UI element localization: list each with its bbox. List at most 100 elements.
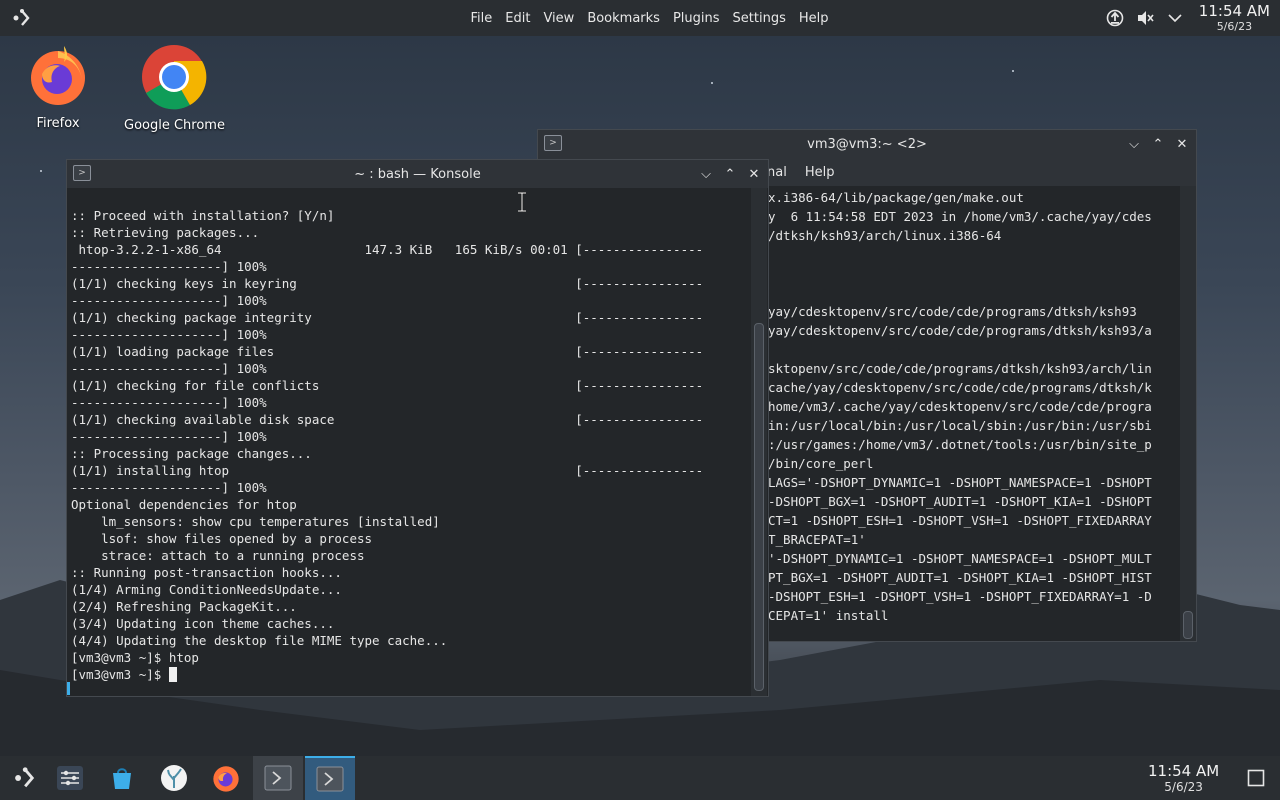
taskbar-konsole-window-1[interactable] bbox=[253, 756, 303, 800]
menu-help[interactable]: Help bbox=[805, 165, 835, 180]
taskbar: 11:54 AM 5/6/23 bbox=[0, 756, 1280, 800]
menu-plugins[interactable]: Plugins bbox=[666, 11, 726, 26]
firefox-icon bbox=[31, 46, 85, 105]
terminal-line: --------------------] 100% bbox=[71, 293, 267, 308]
menu-file[interactable]: File bbox=[464, 11, 499, 26]
terminal-line: (1/1) checking available disk space [---… bbox=[71, 412, 704, 427]
terminal-line: (1/1) checking keys in keyring [--------… bbox=[71, 276, 704, 291]
prompt-text: [vm3@vm3 ~]$ bbox=[71, 667, 169, 682]
window-title: ~ : bash — Konsole bbox=[354, 166, 481, 182]
terminal-line: -DSHOPT_BGX=1 -DSHOPT_AUDIT=1 -DSHOPT_KI… bbox=[768, 494, 1152, 509]
menu-bookmarks[interactable]: Bookmarks bbox=[581, 11, 667, 26]
terminal-line: (2/4) Refreshing PackageKit... bbox=[71, 599, 297, 614]
taskbar-firefox-button[interactable] bbox=[202, 756, 250, 800]
panel-clock[interactable]: 11:54 AM 5/6/23 bbox=[1198, 2, 1270, 33]
maximize-icon[interactable]: ⌃ bbox=[1148, 134, 1168, 154]
menu-settings[interactable]: Settings bbox=[726, 11, 792, 26]
desktop-icon-label: Google Chrome bbox=[124, 118, 225, 133]
clock-time: 11:54 AM bbox=[1148, 762, 1220, 780]
scrollbar-thumb[interactable] bbox=[1183, 611, 1193, 639]
terminal-line: T_BRACEPAT=1' bbox=[768, 532, 866, 547]
scrollbar-thumb[interactable] bbox=[754, 323, 764, 691]
shopping-bag-icon bbox=[113, 768, 131, 789]
terminal-line: home/vm3/.cache/yay/cdesktopenv/src/code… bbox=[768, 399, 1152, 414]
update-notifier-icon[interactable] bbox=[1105, 8, 1125, 28]
terminal-line: --------------------] 100% bbox=[71, 480, 267, 495]
terminal-line: CT=1 -DSHOPT_ESH=1 -DSHOPT_VSH=1 -DSHOPT… bbox=[768, 513, 1152, 528]
terminal-line: Optional dependencies for htop bbox=[71, 497, 297, 512]
terminal-line: lm_sensors: show cpu temperatures [insta… bbox=[71, 514, 440, 529]
menu-view[interactable]: View bbox=[537, 11, 581, 26]
application-launcher-icon[interactable] bbox=[10, 8, 32, 28]
close-icon[interactable]: ✕ bbox=[1172, 134, 1192, 154]
terminal-prompt[interactable]: [vm3@vm3 ~]$ bbox=[71, 666, 749, 683]
terminal-line: --------------------] 100% bbox=[71, 259, 267, 274]
show-desktop-icon bbox=[1247, 769, 1265, 787]
show-desktop-button[interactable] bbox=[1232, 756, 1280, 800]
top-panel: File Edit View Bookmarks Plugins Setting… bbox=[0, 0, 1280, 36]
taskbar-discover-button[interactable] bbox=[98, 756, 146, 800]
terminal-line: (1/4) Arming ConditionNeedsUpdate... bbox=[71, 582, 342, 597]
chevron-down-icon[interactable] bbox=[1165, 8, 1185, 28]
menu-help[interactable]: Help bbox=[792, 11, 835, 26]
konsole-icon bbox=[316, 766, 344, 792]
terminal-cursor bbox=[168, 667, 177, 682]
terminal-line: (3/4) Updating icon theme caches... bbox=[71, 616, 335, 631]
terminal-line: strace: attach to a running process bbox=[71, 548, 365, 563]
terminal-line: (4/4) Updating the desktop file MIME typ… bbox=[71, 633, 448, 648]
desktop-icon-firefox[interactable]: Firefox bbox=[22, 44, 94, 131]
scrollbar[interactable] bbox=[1180, 186, 1196, 641]
terminal-line: --------------------] 100% bbox=[71, 327, 267, 342]
coral-app-icon bbox=[161, 765, 187, 791]
minimize-icon[interactable]: ⌵ bbox=[1124, 134, 1144, 154]
terminal-output[interactable]: x.i386-64/lib/package/gen/make.out y 6 11… bbox=[768, 188, 1180, 628]
terminal-line: [vm3@vm3 ~]$ htop bbox=[71, 650, 199, 665]
window-titlebar[interactable]: > vm3@vm3:~ <2> ⌵ ⌃ ✕ bbox=[538, 130, 1196, 158]
terminal-line: :: Running post-transaction hooks... bbox=[71, 565, 342, 580]
desktop-icon-google-chrome[interactable]: Google Chrome bbox=[124, 44, 225, 133]
taskbar-clock[interactable]: 11:54 AM 5/6/23 bbox=[1148, 762, 1220, 794]
terminal-line: -DSHOPT_ESH=1 -DSHOPT_VSH=1 -DSHOPT_FIXE… bbox=[768, 589, 1152, 604]
taskbar-settings-button[interactable] bbox=[46, 756, 94, 800]
terminal-line: sktopenv/src/code/cde/programs/dtksh/ksh… bbox=[768, 361, 1152, 376]
terminal-line: CEPAT=1' install bbox=[768, 608, 889, 623]
scroll-marker bbox=[67, 682, 70, 695]
terminal-line: LAGS='-DSHOPT_DYNAMIC=1 -DSHOPT_NAMESPAC… bbox=[768, 475, 1152, 490]
terminal-line: --------------------] 100% bbox=[71, 361, 267, 376]
star bbox=[1012, 70, 1014, 72]
taskbar-app-button[interactable] bbox=[150, 756, 198, 800]
terminal-line: PT_BGX=1 -DSHOPT_AUDIT=1 -DSHOPT_KIA=1 -… bbox=[768, 570, 1152, 585]
firefox-icon bbox=[213, 766, 239, 792]
clock-date: 5/6/23 bbox=[1216, 20, 1253, 33]
taskbar-konsole-window-2[interactable] bbox=[305, 756, 355, 800]
launcher-icon bbox=[15, 767, 35, 788]
konsole-icon bbox=[264, 765, 292, 791]
terminal-line: (1/1) checking for file conflicts [-----… bbox=[71, 378, 704, 393]
system-settings-icon bbox=[57, 766, 83, 790]
konsole-window-front[interactable]: > ~ : bash — Konsole ⌵ ⌃ ✕ :: Proceed wi… bbox=[66, 159, 769, 697]
terminal-line: :: Proceed with installation? [Y/n] bbox=[71, 208, 335, 223]
menu-edit[interactable]: Edit bbox=[499, 11, 537, 26]
minimize-icon[interactable]: ⌵ bbox=[696, 164, 716, 184]
terminal-output[interactable]: :: Proceed with installation? [Y/n]:: Re… bbox=[71, 207, 749, 693]
menu-terminal[interactable]: nal bbox=[767, 165, 787, 180]
terminal-line: :: Retrieving packages... bbox=[71, 225, 260, 240]
close-icon[interactable]: ✕ bbox=[744, 164, 764, 184]
window-titlebar[interactable]: > ~ : bash — Konsole ⌵ ⌃ ✕ bbox=[67, 160, 768, 188]
volume-muted-icon[interactable] bbox=[1135, 8, 1155, 28]
maximize-icon[interactable]: ⌃ bbox=[720, 164, 740, 184]
terminal-line: (1/1) loading package files [-----------… bbox=[71, 344, 704, 359]
terminal-line: /dtksh/ksh93/arch/linux.i386-64 bbox=[768, 228, 1002, 243]
chrome-icon bbox=[142, 45, 207, 110]
window-title: vm3@vm3:~ <2> bbox=[807, 136, 927, 152]
scrollbar[interactable] bbox=[751, 188, 767, 696]
desktop-icon-label: Firefox bbox=[36, 116, 80, 131]
terminal-line: x.i386-64/lib/package/gen/make.out bbox=[768, 190, 1024, 205]
star bbox=[40, 170, 42, 172]
application-launcher-button[interactable] bbox=[0, 756, 48, 800]
clock-time: 11:54 AM bbox=[1198, 2, 1270, 20]
